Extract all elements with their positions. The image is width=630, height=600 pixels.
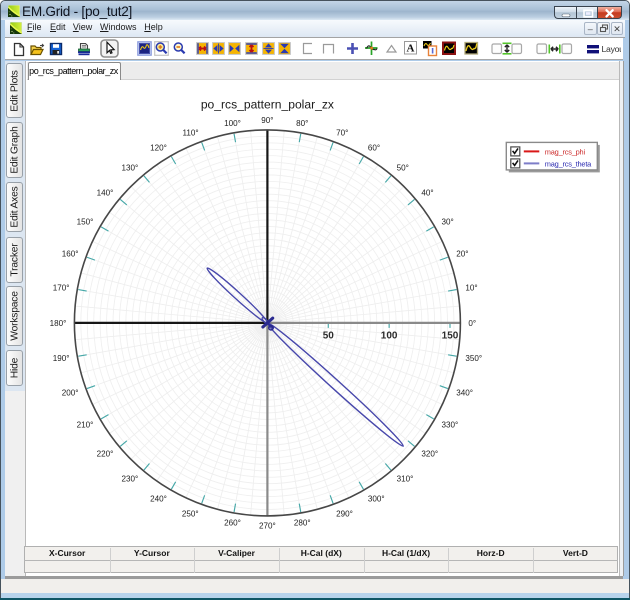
svg-text:290°: 290° [336,509,353,518]
svg-text:mag_rcs_theta: mag_rcs_theta [545,159,592,168]
svg-text:210°: 210° [77,420,94,429]
svg-text:150°: 150° [77,218,94,227]
svg-text:330°: 330° [441,420,458,429]
svg-text:50°: 50° [397,164,409,173]
svg-text:50: 50 [323,330,335,341]
svg-text:150: 150 [442,330,459,341]
svg-text:100°: 100° [224,119,241,128]
svg-text:10°: 10° [465,284,477,293]
svg-text:A: A [407,43,415,55]
svg-text:230°: 230° [121,474,138,483]
svg-text:340°: 340° [456,388,473,397]
svg-text:30°: 30° [441,218,453,227]
svg-text:40°: 40° [421,189,433,198]
svg-text:130°: 130° [121,164,138,173]
svg-text:180°: 180° [50,319,67,328]
svg-text:190°: 190° [53,354,70,363]
svg-text:90°: 90° [261,116,273,125]
svg-text:100: 100 [381,330,398,341]
svg-text:170°: 170° [53,284,70,293]
svg-text:70°: 70° [336,128,348,137]
svg-text:350°: 350° [465,354,482,363]
svg-text:110°: 110° [183,128,199,137]
svg-text:200°: 200° [62,388,79,397]
svg-text:240°: 240° [150,495,167,504]
svg-text:270°: 270° [259,522,276,531]
svg-text:280°: 280° [294,519,311,528]
svg-text:160°: 160° [62,250,79,259]
svg-text:80°: 80° [296,119,308,128]
svg-text:220°: 220° [97,449,114,458]
svg-text:300°: 300° [368,495,385,504]
svg-text:250°: 250° [182,509,199,518]
svg-text:310°: 310° [397,474,414,483]
svg-text:0°: 0° [468,319,476,328]
svg-text:320°: 320° [421,449,438,458]
svg-text:po_rcs_pattern_polar_zx: po_rcs_pattern_polar_zx [201,98,334,112]
svg-text:60°: 60° [368,143,380,152]
svg-text:260°: 260° [224,519,241,528]
svg-text:140°: 140° [97,189,114,198]
svg-text:120°: 120° [150,143,167,152]
svg-text:mag_rcs_phi: mag_rcs_phi [545,147,586,156]
svg-text:20°: 20° [456,250,468,259]
